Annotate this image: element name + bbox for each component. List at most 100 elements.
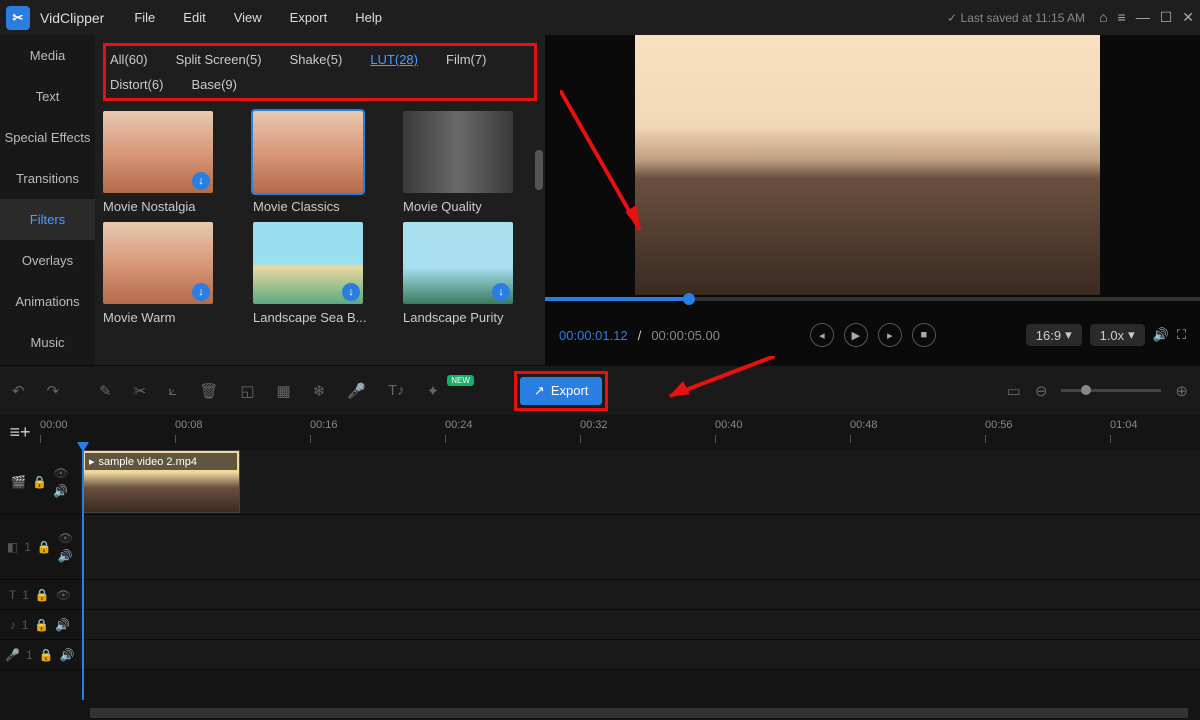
sidebar-item-fx[interactable]: Special Effects	[0, 117, 95, 158]
filter-movie-nostalgia[interactable]: ↓ Movie Nostalgia	[103, 111, 223, 214]
mute-icon[interactable]: 🔊	[53, 484, 68, 498]
freeze-icon[interactable]: ❄	[313, 382, 326, 400]
edit-icon[interactable]: ✎	[99, 382, 112, 400]
playhead[interactable]	[82, 450, 84, 700]
prev-frame-button[interactable]: ◂	[810, 323, 834, 347]
sidebar-item-filters[interactable]: Filters	[0, 199, 95, 240]
filter-landscape-purity[interactable]: ↓ Landscape Purity	[403, 222, 523, 325]
home-icon[interactable]: ⌂	[1099, 9, 1107, 26]
clip-icon: ▸	[89, 455, 95, 468]
mute-icon[interactable]: 🔊	[55, 618, 70, 632]
play-button[interactable]: ▶	[844, 323, 868, 347]
text-track[interactable]: T1🔒👁	[0, 580, 1200, 610]
redo-icon[interactable]: ↷	[47, 382, 60, 400]
menu-file[interactable]: File	[134, 10, 155, 25]
mute-icon[interactable]: 🔊	[58, 549, 73, 563]
aspect-ratio-select[interactable]: 16:9▾	[1026, 324, 1082, 346]
zoom-thumb[interactable]	[1081, 385, 1091, 395]
trim-icon[interactable]: ⟀	[168, 382, 177, 399]
filter-movie-warm[interactable]: ↓ Movie Warm	[103, 222, 223, 325]
stop-button[interactable]: ■	[912, 323, 936, 347]
mic-track-icon: 🎤	[5, 648, 20, 662]
lock-icon[interactable]: 🔒	[37, 540, 52, 554]
close-icon[interactable]: ✕	[1182, 9, 1194, 26]
undo-icon[interactable]: ↶	[12, 382, 25, 400]
mosaic-icon[interactable]: ▦	[277, 382, 291, 400]
ai-icon[interactable]: ✦	[427, 382, 440, 400]
download-icon[interactable]: ↓	[342, 283, 360, 301]
edit-toolbar: ↶ ↷ ✎ ✂ ⟀ 🗑 ◱ ▦ ❄ 🎤 T♪ ✦ NEW ↗ Export ▭ …	[0, 365, 1200, 415]
timeline: ≡+ 00:00 00:08 00:16 00:24 00:32 00:40 0…	[0, 415, 1200, 720]
lock-icon[interactable]: 🔒	[32, 475, 47, 489]
volume-icon[interactable]: 🔊	[1153, 327, 1169, 343]
panel-scrollbar[interactable]	[535, 150, 543, 190]
zoom-slider[interactable]	[1061, 389, 1161, 392]
lock-icon[interactable]: 🔒	[39, 648, 54, 662]
overlay-track[interactable]: ◧ 1 🔒 👁🔊	[0, 515, 1200, 580]
eye-icon[interactable]: 👁	[58, 531, 73, 545]
sidebar-item-overlays[interactable]: Overlays	[0, 240, 95, 281]
time-current: 00:00:01.12	[559, 328, 628, 343]
mic-icon[interactable]: 🎤	[347, 382, 366, 400]
add-track-button[interactable]: ≡+	[0, 415, 40, 450]
cat-lut[interactable]: LUT(28)	[370, 52, 418, 67]
download-icon[interactable]: ↓	[192, 172, 210, 190]
time-ruler[interactable]: 00:00 00:08 00:16 00:24 00:32 00:40 00:4…	[40, 415, 1200, 450]
export-button[interactable]: ↗ Export	[520, 377, 602, 405]
fit-icon[interactable]: ▭	[1007, 382, 1021, 400]
menu-export[interactable]: Export	[290, 10, 328, 25]
cat-base[interactable]: Base(9)	[191, 77, 237, 92]
download-icon[interactable]: ↓	[492, 283, 510, 301]
sidebar-item-media[interactable]: Media	[0, 35, 95, 76]
tts-icon[interactable]: T♪	[388, 382, 405, 399]
hamburger-icon[interactable]: ≡	[1118, 9, 1126, 26]
filter-landscape-sea[interactable]: ↓ Landscape Sea B...	[253, 222, 373, 325]
lock-icon[interactable]: 🔒	[34, 618, 49, 632]
progress-thumb[interactable]	[683, 293, 695, 305]
sidebar-item-animations[interactable]: Animations	[0, 281, 95, 322]
eye-icon[interactable]: 👁	[56, 588, 71, 602]
menu-help[interactable]: Help	[355, 10, 382, 25]
sidebar-item-text[interactable]: Text	[0, 76, 95, 117]
chevron-down-icon: ▾	[1128, 327, 1135, 343]
zoom-out-icon[interactable]: ⊖	[1035, 382, 1048, 400]
filter-movie-quality[interactable]: Movie Quality	[403, 111, 523, 214]
video-track[interactable]: 🎬 🔒 👁 🔊 ▸sample video 2.mp4	[0, 450, 1200, 515]
fullscreen-icon[interactable]: ⛶	[1177, 327, 1186, 343]
video-clip[interactable]: ▸sample video 2.mp4	[82, 450, 240, 513]
preview-progress[interactable]	[545, 297, 1200, 301]
sidebar-item-music[interactable]: Music	[0, 322, 95, 363]
menu-edit[interactable]: Edit	[183, 10, 205, 25]
cat-split[interactable]: Split Screen(5)	[176, 52, 262, 67]
timeline-scrollbar[interactable]	[90, 708, 1188, 718]
cut-icon[interactable]: ✂	[134, 382, 147, 400]
time-duration: 00:00:05.00	[651, 328, 720, 343]
audio-track[interactable]: ♪1🔒🔊	[0, 610, 1200, 640]
cat-all[interactable]: All(60)	[110, 52, 148, 67]
cat-shake[interactable]: Shake(5)	[290, 52, 343, 67]
video-track-icon: 🎬	[11, 475, 26, 489]
crop-icon[interactable]: ◱	[240, 382, 254, 400]
title-bar: ✂ VidClipper File Edit View Export Help …	[0, 0, 1200, 35]
filter-categories: All(60) Split Screen(5) Shake(5) LUT(28)…	[103, 43, 537, 101]
app-name: VidClipper	[40, 10, 104, 26]
cat-film[interactable]: Film(7)	[446, 52, 486, 67]
delete-icon[interactable]: 🗑	[199, 382, 218, 400]
mute-icon[interactable]: 🔊	[60, 648, 75, 662]
maximize-icon[interactable]: ☐	[1160, 9, 1173, 26]
download-icon[interactable]: ↓	[192, 283, 210, 301]
zoom-in-icon[interactable]: ⊕	[1175, 382, 1188, 400]
speed-select[interactable]: 1.0x▾	[1090, 324, 1145, 346]
side-nav: Media Text Special Effects Transitions F…	[0, 35, 95, 365]
voice-track[interactable]: 🎤1🔒🔊	[0, 640, 1200, 670]
minimize-icon[interactable]: —	[1136, 9, 1150, 26]
lock-icon[interactable]: 🔒	[35, 588, 50, 602]
filter-movie-classics[interactable]: Movie Classics	[253, 111, 373, 214]
app-logo: ✂	[6, 6, 30, 30]
eye-icon[interactable]: 👁	[53, 466, 68, 480]
cat-distort[interactable]: Distort(6)	[110, 77, 163, 92]
sidebar-item-transitions[interactable]: Transitions	[0, 158, 95, 199]
menu-view[interactable]: View	[234, 10, 262, 25]
preview-video[interactable]	[635, 35, 1100, 295]
next-frame-button[interactable]: ▸	[878, 323, 902, 347]
